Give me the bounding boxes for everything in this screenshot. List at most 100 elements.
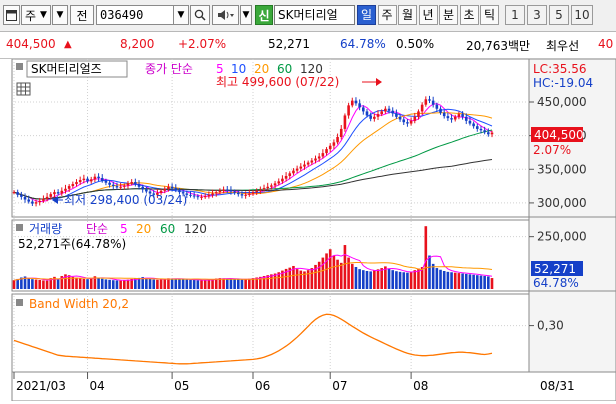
- candle-body: [97, 176, 100, 179]
- stock-name-field[interactable]: SK머티리얼: [274, 5, 355, 25]
- candle-body: [123, 185, 126, 187]
- candle-body: [211, 193, 214, 195]
- period-button-5[interactable]: 초: [459, 5, 479, 25]
- candle-body: [200, 196, 203, 198]
- candle-body: [442, 112, 446, 117]
- search-button[interactable]: [190, 5, 210, 25]
- candle-body: [34, 202, 38, 204]
- candle-body: [266, 186, 270, 189]
- toolbar: 주 ▼ ▼ 전 036490 ▼ ▼ 신 SK머티리얼 일주월년분초틱 1351…: [0, 0, 616, 32]
- volume-bar: [428, 255, 431, 289]
- interval-button-2[interactable]: 5: [549, 5, 569, 25]
- grid-table-icon[interactable]: [16, 82, 31, 96]
- window-menu-icon[interactable]: [3, 5, 20, 25]
- volume-title: 거래량: [29, 222, 62, 236]
- candle-body: [461, 114, 464, 117]
- candle-body: [417, 111, 420, 117]
- y-tick-label: 450,000: [537, 95, 587, 109]
- candle-body: [303, 164, 306, 167]
- market-button[interactable]: 전: [70, 5, 94, 25]
- candle-body: [16, 192, 19, 195]
- up-arrow-icon: ▲: [64, 39, 72, 50]
- dropdown-arrow-button[interactable]: ▼: [52, 5, 68, 25]
- interval-button-3[interactable]: 10: [571, 5, 593, 25]
- candle-body: [362, 107, 365, 112]
- candle-body: [376, 114, 380, 117]
- price-title: SK머티리얼즈: [31, 62, 102, 76]
- period-button-3[interactable]: 년: [418, 5, 438, 25]
- candle-body: [244, 194, 247, 196]
- candle-body: [270, 185, 273, 187]
- candle-body: [119, 186, 122, 188]
- code-dropdown-button[interactable]: ▼: [173, 5, 189, 25]
- candle-body: [141, 186, 144, 190]
- candle-body: [170, 186, 174, 189]
- volume-ticks: 250,000: [529, 230, 587, 244]
- volume-bar: [343, 245, 347, 289]
- volume-bar: [71, 276, 75, 289]
- chart-area[interactable]: SK머티리얼즈 종가 단순 5 10 20 60 120 최고 499,600 (07/…: [0, 58, 616, 402]
- candle-body: [391, 110, 395, 114]
- stock-code-input[interactable]: 036490: [96, 5, 174, 25]
- candle-body: [306, 162, 310, 165]
- volume-bar: [203, 279, 207, 289]
- volume-bar: [38, 279, 42, 289]
- candle-body: [328, 145, 332, 150]
- candle-body: [288, 173, 292, 176]
- ma-legend-item: 20: [254, 62, 269, 76]
- candle-body: [75, 182, 78, 185]
- volume-bar: [380, 268, 383, 289]
- sound-dropdown-button[interactable]: ▼: [240, 5, 252, 25]
- candle-body: [457, 114, 461, 117]
- volume-bar: [248, 278, 251, 289]
- candle-body: [111, 184, 115, 187]
- x-axis-label: 2021/03: [16, 379, 66, 393]
- interval-button-0[interactable]: 1: [505, 5, 525, 25]
- volume-bar: [310, 268, 314, 289]
- ma-legend-item: 60: [277, 62, 292, 76]
- volume-bar: [211, 279, 214, 289]
- volume-bar: [229, 278, 233, 289]
- candle-body: [354, 100, 358, 104]
- volume-bar: [483, 276, 486, 289]
- candle-body: [483, 130, 486, 133]
- code-type-select[interactable]: 주 ▼: [21, 5, 51, 25]
- chevron-down-icon: ▼: [56, 10, 64, 20]
- interval-button-1[interactable]: 3: [527, 5, 547, 25]
- candle-body: [273, 183, 277, 186]
- volume-bar: [222, 278, 225, 289]
- candle-body: [23, 196, 27, 200]
- volume-bar: [67, 275, 71, 289]
- period-button-4[interactable]: 분: [439, 5, 458, 25]
- volume-bar: [339, 262, 343, 289]
- candle-body: [472, 123, 475, 127]
- period-button-6[interactable]: 틱: [480, 5, 499, 25]
- candle-body: [332, 142, 336, 146]
- candle-body: [310, 160, 314, 163]
- volume-bar: [56, 279, 60, 289]
- volume-bar: [373, 270, 376, 289]
- x-end-label: 08/31: [540, 379, 575, 393]
- candle-body: [86, 178, 89, 182]
- volume-bar: [336, 259, 339, 289]
- volume-bar: [31, 279, 34, 289]
- period-button-2[interactable]: 월: [398, 5, 417, 25]
- volume-bar: [163, 278, 167, 289]
- period-button-0[interactable]: 일: [357, 5, 376, 25]
- chevron-down-icon: ▼: [242, 10, 250, 20]
- volume-bar: [100, 278, 104, 289]
- candle-body: [145, 189, 148, 192]
- volume-bar: [402, 272, 406, 289]
- period-button-1[interactable]: 주: [377, 5, 397, 25]
- code-type-label: 주: [25, 8, 37, 23]
- chevron-down-icon: ▼: [177, 10, 185, 20]
- candle-body: [240, 194, 244, 196]
- candle-body: [45, 196, 49, 199]
- candle-body: [284, 176, 288, 179]
- ma-legend-item: 120: [300, 62, 323, 76]
- stock-chart[interactable]: SK머티리얼즈 종가 단순 5 10 20 60 120 최고 499,600 (07/…: [0, 58, 616, 402]
- candle-body: [82, 178, 86, 181]
- lc-label: LC:35.56: [533, 62, 586, 76]
- sound-button[interactable]: [212, 5, 239, 25]
- volume-ma-legend-item: 60: [160, 222, 175, 236]
